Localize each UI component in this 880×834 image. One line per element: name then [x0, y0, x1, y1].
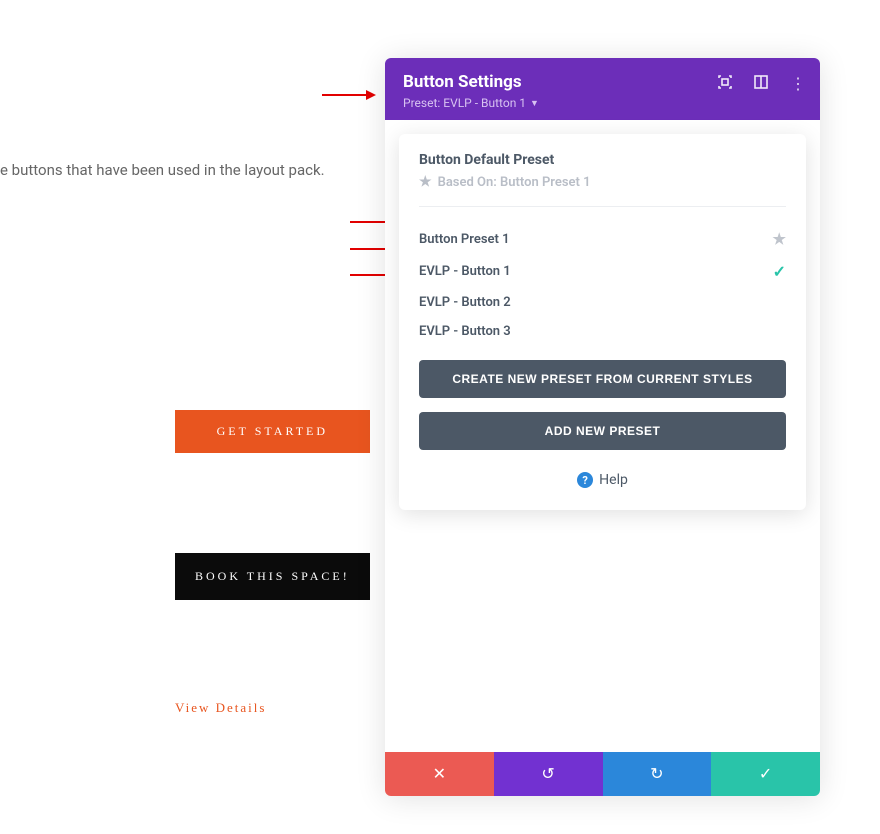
check-icon: ✓	[759, 764, 772, 784]
preset-item-label: EVLP - Button 2	[419, 295, 511, 310]
based-on-row: ★ Based On: Button Preset 1	[419, 174, 786, 190]
undo-button[interactable]: ↺	[494, 752, 603, 796]
close-icon: ✕	[433, 764, 446, 784]
preset-item-label: Button Preset 1	[419, 232, 510, 247]
preset-item[interactable]: EVLP - Button 1 ✓	[419, 255, 786, 288]
annotation-arrow	[322, 90, 376, 100]
panel-footer: ✕ ↺ ↻ ✓	[385, 752, 820, 796]
book-this-space-button[interactable]: BOOK THIS SPACE!	[175, 553, 370, 600]
preset-item[interactable]: Button Preset 1 ★	[419, 223, 786, 255]
star-icon[interactable]: ★	[773, 230, 786, 248]
header-icon-group	[718, 74, 806, 93]
description-text: e buttons that have been used in the lay…	[0, 161, 325, 179]
preset-item-label: EVLP - Button 1	[419, 264, 511, 279]
caret-down-icon: ▼	[530, 98, 539, 109]
undo-icon: ↺	[541, 764, 554, 784]
redo-icon: ↻	[650, 764, 663, 784]
expand-icon[interactable]	[718, 74, 732, 93]
preset-label: Preset: EVLP - Button 1	[403, 96, 526, 110]
confirm-button[interactable]: ✓	[711, 752, 820, 796]
view-details-link[interactable]: View Details	[175, 700, 370, 716]
redo-button[interactable]: ↻	[603, 752, 712, 796]
help-icon: ?	[577, 472, 593, 488]
get-started-button[interactable]: GET STARTED	[175, 410, 370, 453]
cancel-button[interactable]: ✕	[385, 752, 494, 796]
panel-header: Button Settings Preset: EVLP - Button 1 …	[385, 58, 820, 120]
preset-item[interactable]: EVLP - Button 2	[419, 288, 786, 317]
button-settings-panel: Button Settings Preset: EVLP - Button 1 …	[385, 58, 820, 796]
preset-list: Button Preset 1 ★ EVLP - Button 1 ✓ EVLP…	[419, 223, 786, 346]
columns-icon[interactable]	[754, 74, 768, 93]
star-icon: ★	[419, 174, 432, 190]
divider	[419, 206, 786, 207]
preset-item-label: EVLP - Button 3	[419, 324, 511, 339]
menu-vdots-icon[interactable]	[790, 79, 806, 89]
example-buttons-group: GET STARTED BOOK THIS SPACE! View Detail…	[175, 410, 370, 716]
create-preset-button[interactable]: CREATE NEW PRESET FROM CURRENT STYLES	[419, 360, 786, 398]
panel-body	[385, 510, 820, 752]
help-label: Help	[599, 472, 628, 488]
preset-dropdown-card: Button Default Preset ★ Based On: Button…	[399, 134, 806, 510]
page-description-block: e buttons that have been used in the lay…	[0, 160, 400, 179]
based-on-text: Based On: Button Preset 1	[438, 175, 591, 190]
check-icon: ✓	[773, 262, 786, 281]
add-preset-button[interactable]: ADD NEW PRESET	[419, 412, 786, 450]
help-link[interactable]: ? Help	[419, 472, 786, 488]
preset-item[interactable]: EVLP - Button 3	[419, 317, 786, 346]
preset-dropdown-trigger[interactable]: Preset: EVLP - Button 1 ▼	[403, 96, 802, 110]
default-preset-title: Button Default Preset	[419, 152, 786, 168]
